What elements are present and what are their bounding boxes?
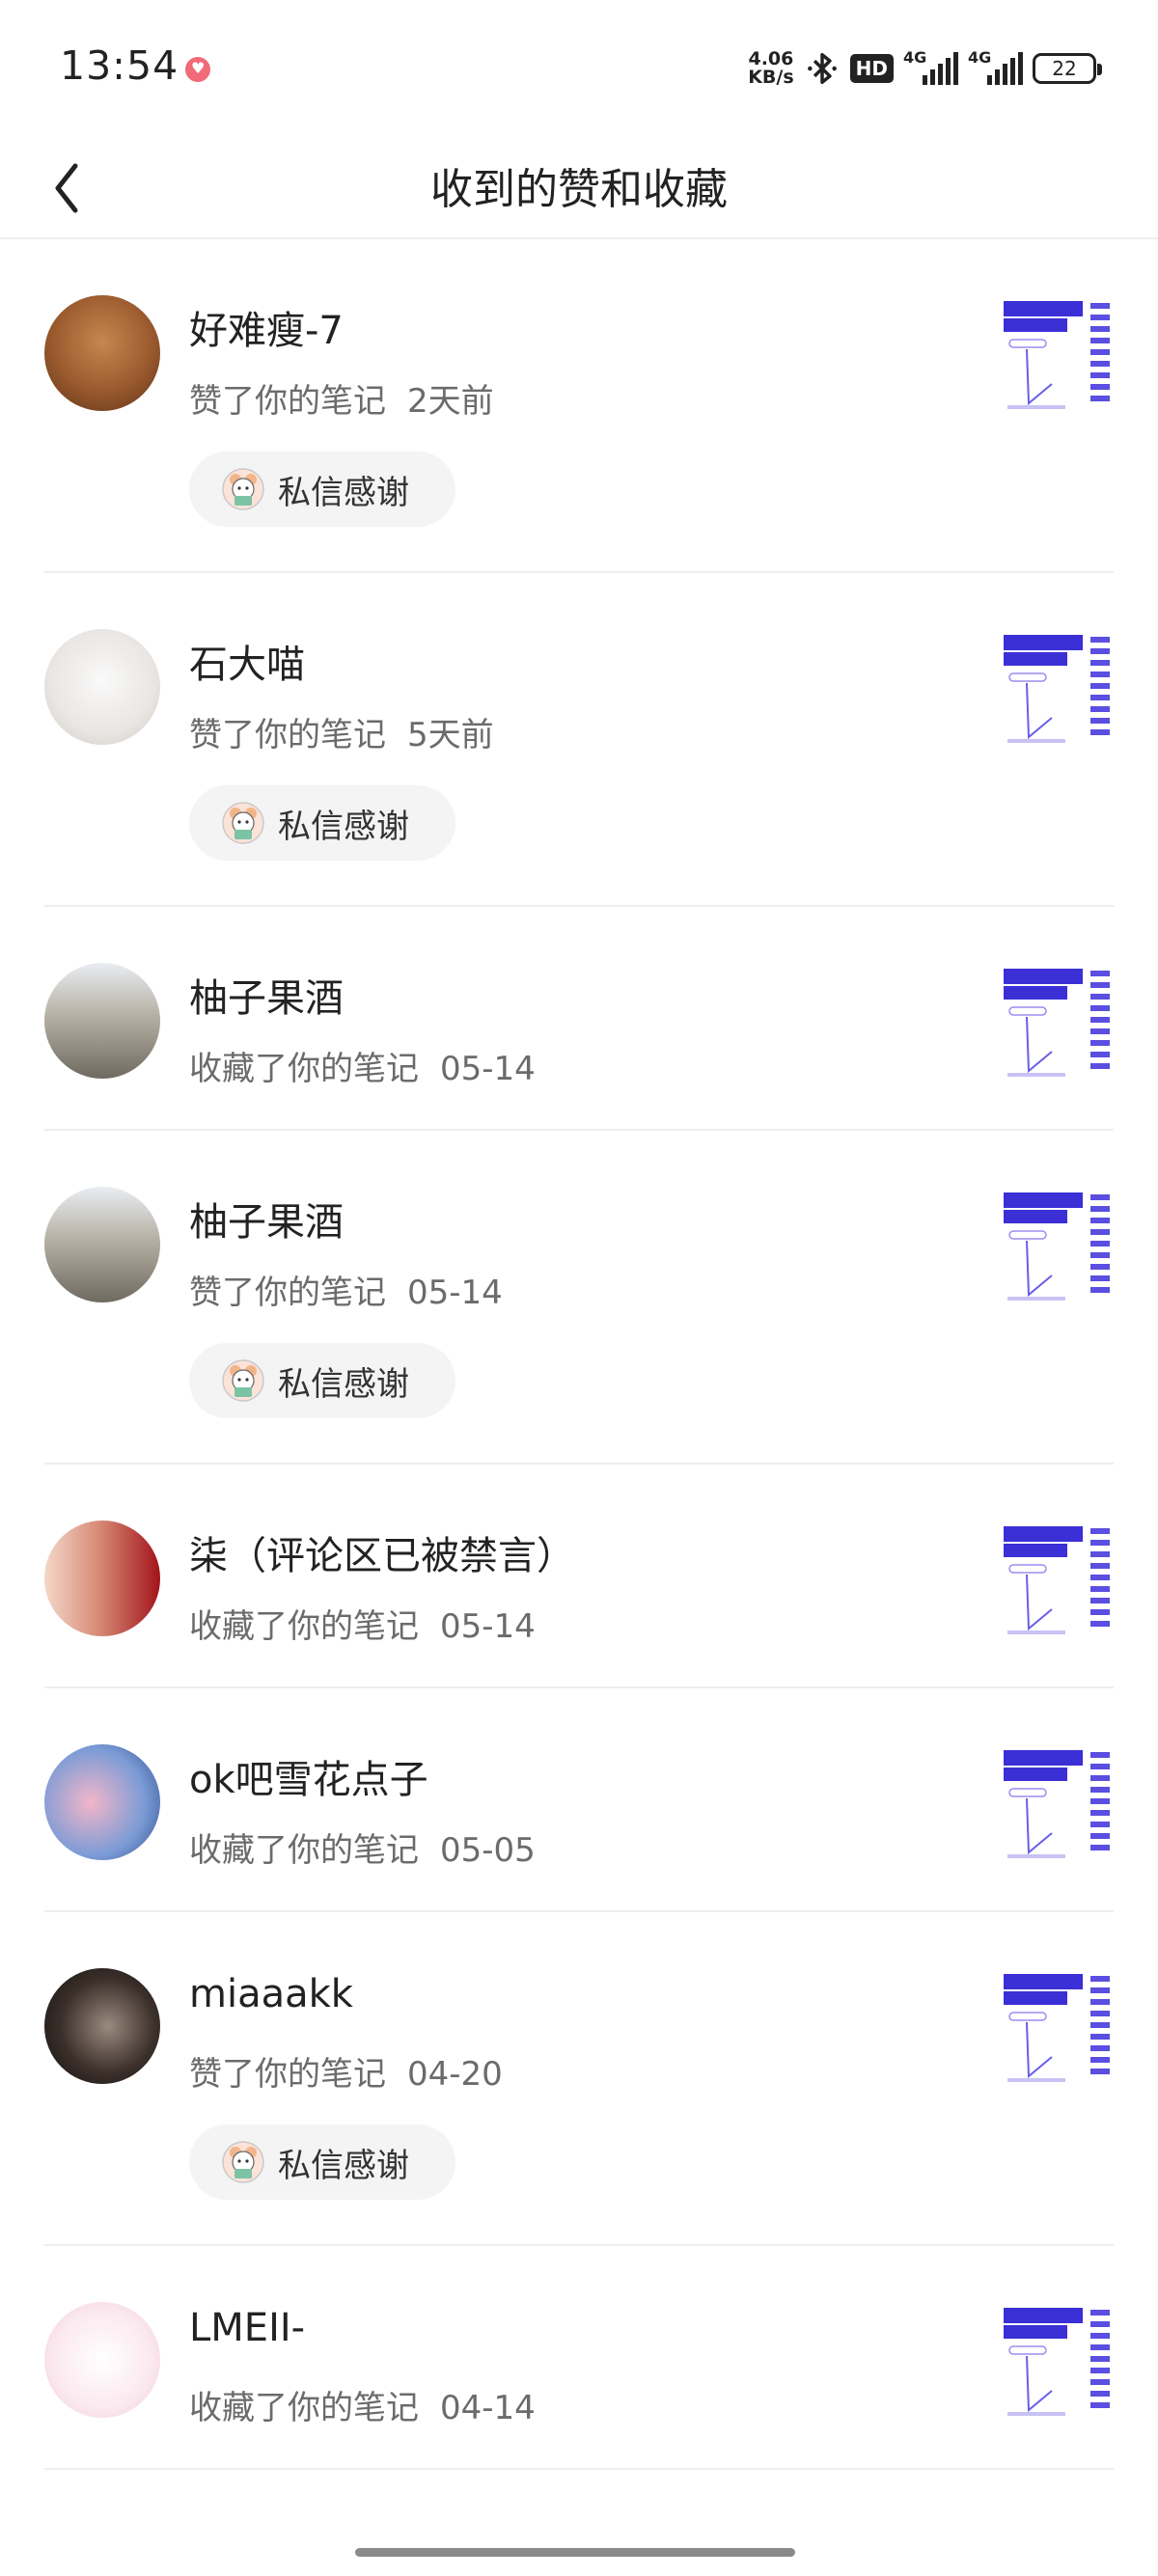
note-thumbnail[interactable] xyxy=(1002,963,1114,1084)
action-line: 赞了你的笔记 04-20 xyxy=(189,2047,503,2095)
notification-item[interactable]: miaaakk 赞了你的笔记 04-20 私信感谢 xyxy=(44,1912,1114,2246)
action-text: 赞了你的笔记 xyxy=(189,2055,386,2094)
thank-label: 私信感谢 xyxy=(278,1364,409,1404)
thank-message-button[interactable]: 私信感谢 xyxy=(189,2124,455,2200)
note-thumbnail[interactable] xyxy=(1002,1521,1114,1642)
status-icons: 4.06 KB/s HD 4G 4G 22 xyxy=(748,46,1102,91)
action-text: 赞了你的笔记 xyxy=(189,1274,386,1312)
notification-item[interactable]: ok吧雪花点子 收藏了你的笔记 05-05 xyxy=(44,1688,1114,1912)
user-name[interactable]: LMEII- xyxy=(189,2306,305,2350)
time-text: 04-14 xyxy=(440,2389,536,2427)
battery-icon: 22 xyxy=(1033,53,1102,84)
network-speed: 4.06 KB/s xyxy=(748,50,793,87)
action-text: 收藏了你的笔记 xyxy=(189,1831,419,1870)
notification-item[interactable]: 柚子果酒 收藏了你的笔记 05-14 xyxy=(44,907,1114,1131)
action-line: 收藏了你的笔记 05-14 xyxy=(189,1042,536,1089)
time-text: 04-20 xyxy=(407,2055,503,2094)
thank-message-button[interactable]: 私信感谢 xyxy=(189,1343,455,1418)
time-text: 05-14 xyxy=(440,1607,536,1646)
sticker-icon xyxy=(222,468,264,510)
action-line: 收藏了你的笔记 05-14 xyxy=(189,1600,536,1647)
page-header: 收到的赞和收藏 xyxy=(0,135,1158,239)
thank-message-button[interactable]: 私信感谢 xyxy=(189,785,455,861)
signal-2-icon: 4G xyxy=(968,48,1023,85)
user-name[interactable]: miaaakk xyxy=(189,1972,353,2016)
avatar[interactable] xyxy=(44,1968,160,2084)
avatar[interactable] xyxy=(44,629,160,745)
user-name[interactable]: 好难瘦-7 xyxy=(189,299,344,355)
network-type-1: 4G xyxy=(903,48,927,67)
action-text: 赞了你的笔记 xyxy=(189,382,386,421)
action-text: 收藏了你的笔记 xyxy=(189,2389,419,2427)
action-text: 赞了你的笔记 xyxy=(189,716,386,754)
user-name[interactable]: 石大喵 xyxy=(189,633,305,689)
time-text: 05-14 xyxy=(407,1274,503,1312)
action-line: 赞了你的笔记 2天前 xyxy=(189,374,494,422)
avatar[interactable] xyxy=(44,963,160,1079)
avatar[interactable] xyxy=(44,1744,160,1860)
sticker-icon xyxy=(222,1359,264,1402)
note-thumbnail[interactable] xyxy=(1002,1968,1114,2090)
time-text: 5天前 xyxy=(407,716,494,754)
thank-label: 私信感谢 xyxy=(278,2146,409,2185)
battery-level: 22 xyxy=(1052,57,1077,80)
avatar[interactable] xyxy=(44,1521,160,1636)
sticker-icon xyxy=(222,802,264,844)
status-time: 13:54 xyxy=(60,42,179,89)
notification-item[interactable]: 柒（评论区已被禁言） 收藏了你的笔记 05-14 xyxy=(44,1465,1114,1688)
network-type-2: 4G xyxy=(968,48,992,67)
thank-label: 私信感谢 xyxy=(278,807,409,846)
time-text: 2天前 xyxy=(407,382,494,421)
notification-list: 好难瘦-7 赞了你的笔记 2天前 私信感谢 石大喵 赞了你的笔记 5天前 私信感… xyxy=(0,239,1158,2470)
note-thumbnail[interactable] xyxy=(1002,2302,1114,2424)
heart-notification-icon xyxy=(185,57,210,82)
note-thumbnail[interactable] xyxy=(1002,629,1114,751)
action-text: 收藏了你的笔记 xyxy=(189,1050,419,1088)
avatar[interactable] xyxy=(44,2302,160,2418)
user-name[interactable]: ok吧雪花点子 xyxy=(189,1748,428,1804)
hd-voice-badge: HD xyxy=(849,54,894,83)
user-name[interactable]: 柚子果酒 xyxy=(189,967,344,1023)
notification-item[interactable]: LMEII- 收藏了你的笔记 04-14 xyxy=(44,2246,1114,2470)
home-indicator[interactable] xyxy=(355,2548,795,2557)
notification-item[interactable]: 柚子果酒 赞了你的笔记 05-14 私信感谢 xyxy=(44,1131,1114,1465)
user-name[interactable]: 柚子果酒 xyxy=(189,1191,344,1247)
thank-message-button[interactable]: 私信感谢 xyxy=(189,452,455,527)
thank-label: 私信感谢 xyxy=(278,473,409,512)
note-thumbnail[interactable] xyxy=(1002,1744,1114,1866)
user-name[interactable]: 柒（评论区已被禁言） xyxy=(189,1524,575,1580)
note-thumbnail[interactable] xyxy=(1002,295,1114,417)
action-text: 收藏了你的笔记 xyxy=(189,1607,419,1646)
network-speed-unit: KB/s xyxy=(748,67,794,88)
avatar[interactable] xyxy=(44,295,160,411)
time-text: 05-14 xyxy=(440,1050,536,1088)
action-line: 收藏了你的笔记 05-05 xyxy=(189,1823,536,1871)
bluetooth-icon xyxy=(807,53,837,84)
action-line: 赞了你的笔记 05-14 xyxy=(189,1266,503,1313)
note-thumbnail[interactable] xyxy=(1002,1187,1114,1308)
action-line: 收藏了你的笔记 04-14 xyxy=(189,2381,536,2428)
status-bar: 13:54 4.06 KB/s HD 4G 4G 22 xyxy=(0,0,1158,135)
notification-item[interactable]: 石大喵 赞了你的笔记 5天前 私信感谢 xyxy=(44,573,1114,907)
signal-1-icon: 4G xyxy=(903,48,958,85)
page-title: 收到的赞和收藏 xyxy=(430,165,728,214)
action-line: 赞了你的笔记 5天前 xyxy=(189,708,494,755)
time-text: 05-05 xyxy=(440,1831,536,1870)
sticker-icon xyxy=(222,2141,264,2183)
avatar[interactable] xyxy=(44,1187,160,1302)
notification-item[interactable]: 好难瘦-7 赞了你的笔记 2天前 私信感谢 xyxy=(44,239,1114,573)
